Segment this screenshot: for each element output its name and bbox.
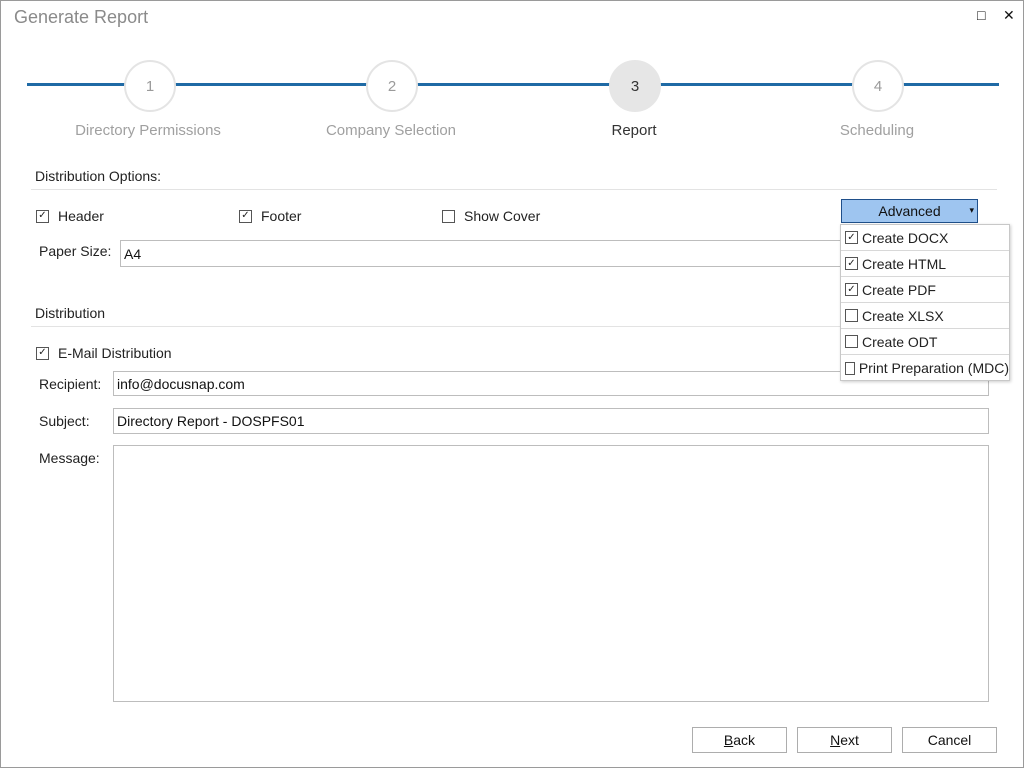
- menu-item-create-xlsx[interactable]: Create XLSX: [841, 303, 1009, 329]
- footer-checkbox-row[interactable]: ✓ Footer: [239, 208, 301, 224]
- email-distribution-checkbox[interactable]: ✓: [36, 346, 49, 360]
- menu-item-label: Create XLSX: [862, 307, 944, 324]
- maximize-icon[interactable]: □: [977, 7, 985, 23]
- subject-input[interactable]: Directory Report - DOSPFS01: [113, 408, 989, 434]
- distribution-title: Distribution: [35, 305, 106, 321]
- header-checkbox[interactable]: ✓: [36, 209, 49, 223]
- next-button[interactable]: Next: [797, 727, 892, 753]
- back-button-label: ack: [733, 732, 756, 748]
- subject-label: Subject:: [39, 413, 90, 429]
- generate-report-window: Generate Report □ ✕ 1 2 3 4 Directory Pe…: [0, 0, 1024, 768]
- step-4-label: Scheduling: [839, 122, 915, 139]
- next-button-label: ext: [840, 732, 859, 748]
- menu-item-label: Create DOCX: [862, 229, 949, 246]
- header-checkbox-row[interactable]: ✓ Header: [36, 208, 104, 224]
- recipient-label: Recipient:: [39, 376, 102, 392]
- paper-size-label: Paper Size:: [39, 243, 112, 259]
- next-button-mnemonic: N: [830, 732, 841, 748]
- step-1-label: Directory Permissions: [75, 122, 221, 139]
- create-pdf-checkbox[interactable]: ✓: [845, 283, 858, 296]
- message-label: Message:: [39, 450, 100, 466]
- message-textarea[interactable]: [113, 445, 989, 702]
- menu-item-label: Create ODT: [862, 333, 938, 350]
- show-cover-checkbox-row[interactable]: Show Cover: [442, 208, 540, 224]
- menu-item-create-docx[interactable]: ✓ Create DOCX: [841, 225, 1009, 251]
- section-divider: [31, 326, 841, 327]
- menu-item-create-odt[interactable]: Create ODT: [841, 329, 1009, 355]
- create-odt-checkbox[interactable]: [845, 335, 858, 348]
- close-icon[interactable]: ✕: [1003, 7, 1015, 24]
- advanced-button-label: Advanced: [878, 203, 941, 219]
- email-distribution-label: E-Mail Distribution: [58, 345, 172, 361]
- distribution-options-title: Distribution Options:: [35, 168, 162, 184]
- window-title: Generate Report: [14, 7, 149, 27]
- cancel-button[interactable]: Cancel: [902, 727, 997, 753]
- footer-checkbox[interactable]: ✓: [239, 209, 252, 223]
- create-html-checkbox[interactable]: ✓: [845, 257, 858, 270]
- step-2-label: Company Selection: [325, 122, 457, 139]
- show-cover-checkbox-label: Show Cover: [464, 208, 541, 224]
- paper-size-select[interactable]: A4: [120, 240, 842, 267]
- create-xlsx-checkbox[interactable]: [845, 309, 858, 322]
- menu-item-create-html[interactable]: ✓ Create HTML: [841, 251, 1009, 277]
- chevron-down-icon: ▾: [969, 205, 974, 215]
- back-button[interactable]: Back: [692, 727, 787, 753]
- menu-item-print-preparation[interactable]: Print Preparation (MDC): [841, 355, 1009, 381]
- step-3-label: Report: [611, 122, 657, 139]
- back-button-mnemonic: B: [723, 732, 734, 748]
- create-docx-checkbox[interactable]: ✓: [845, 231, 858, 244]
- menu-item-label: Create HTML: [862, 255, 947, 272]
- print-preparation-checkbox[interactable]: [845, 361, 855, 375]
- email-distribution-row[interactable]: ✓ E-Mail Distribution: [36, 345, 172, 361]
- show-cover-checkbox[interactable]: [442, 209, 455, 223]
- advanced-menu: ✓ Create DOCX ✓ Create HTML ✓ Create PDF…: [840, 224, 1010, 381]
- menu-item-label: Print Preparation (MDC): [858, 360, 1009, 376]
- step-3-circle[interactable]: 3: [609, 60, 661, 112]
- step-4-circle[interactable]: 4: [852, 60, 904, 112]
- menu-item-label: Create PDF: [862, 281, 936, 298]
- section-divider: [31, 189, 997, 190]
- header-checkbox-label: Header: [58, 208, 104, 224]
- step-1-circle[interactable]: 1: [124, 60, 176, 112]
- menu-item-create-pdf[interactable]: ✓ Create PDF: [841, 277, 1009, 303]
- advanced-dropdown-button[interactable]: Advanced ▾: [841, 199, 978, 223]
- footer-checkbox-label: Footer: [261, 208, 302, 224]
- step-2-circle[interactable]: 2: [366, 60, 418, 112]
